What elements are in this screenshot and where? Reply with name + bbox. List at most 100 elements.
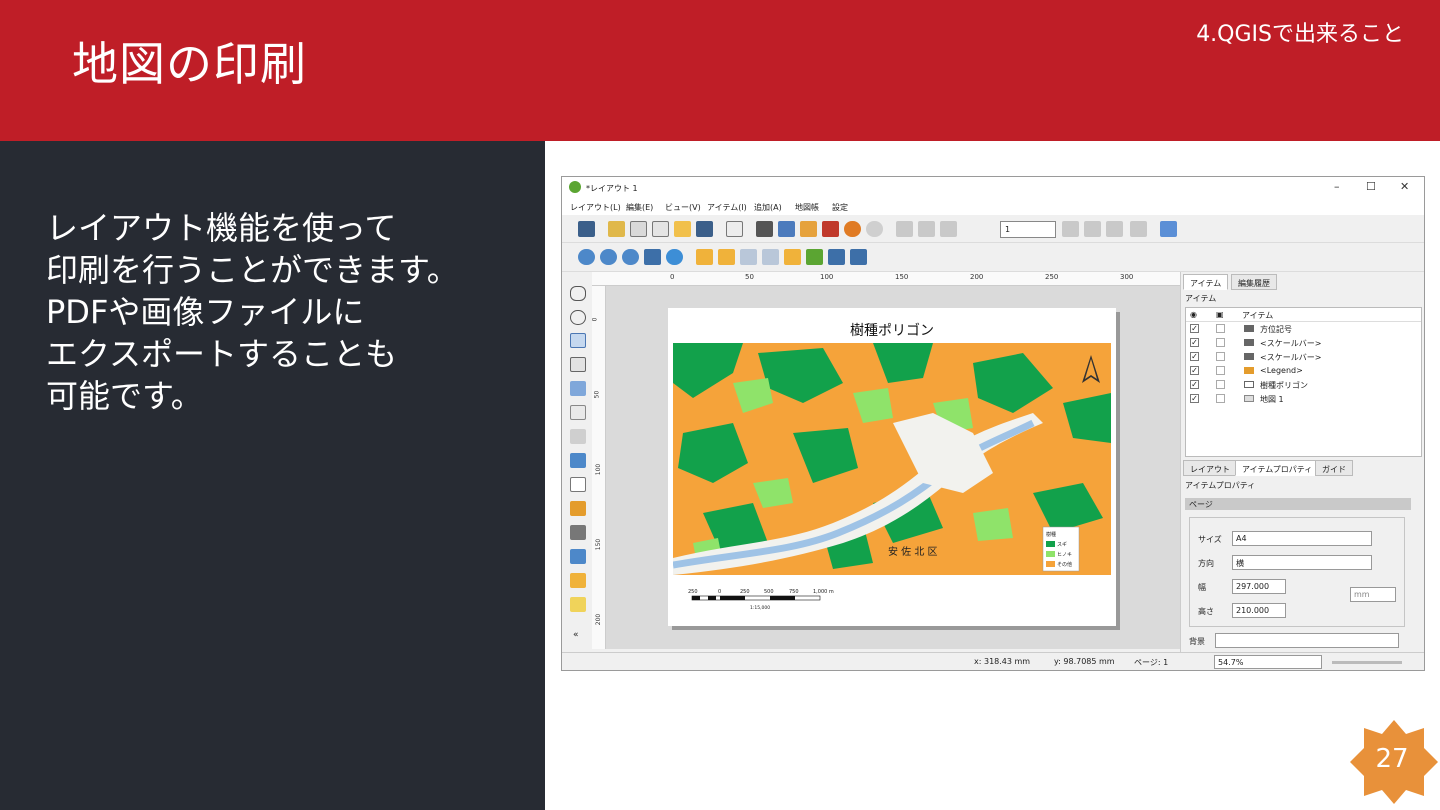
atlas-page-field[interactable]: 1 [1000,221,1056,238]
undo-icon[interactable] [844,221,861,237]
ungroup-items-icon[interactable] [762,249,779,265]
layout-manager-icon[interactable] [652,221,669,237]
tab-item-properties[interactable]: アイテムプロパティ [1235,460,1320,476]
add-marker-icon[interactable] [570,597,586,612]
redo-icon[interactable] [866,221,883,237]
align-left-icon[interactable] [806,249,823,265]
print-icon[interactable] [756,221,773,237]
add-north-arrow-icon[interactable] [570,549,586,564]
lock-checkbox[interactable] [1216,380,1225,389]
group-items-icon[interactable] [740,249,757,265]
visibility-checkbox[interactable]: ✓ [1190,352,1199,361]
list-item[interactable]: ✓ <スケールバー> [1186,350,1421,364]
add-legend-icon[interactable] [570,501,586,516]
resize-icon[interactable] [850,249,867,265]
edit-nodes-icon[interactable] [570,381,586,396]
add-3d-map-icon[interactable] [570,429,586,444]
size-select[interactable]: A4 [1232,531,1372,546]
lock-checkbox[interactable] [1216,324,1225,333]
minimize-button[interactable]: – [1334,180,1340,193]
menu-layout[interactable]: レイアウト(L) [570,202,621,213]
unit-select[interactable]: mm [1350,587,1396,602]
lock-checkbox[interactable] [1216,338,1225,347]
zoom-out-icon[interactable] [600,249,617,265]
scale-bar[interactable]: 250 0 250 500 750 1,000 m 1:15,000 [688,586,848,616]
page-section-header[interactable]: ページ [1185,498,1411,510]
atlas-settings-icon[interactable] [1160,221,1177,237]
list-item[interactable]: ✓ 樹種ポリゴン [1186,378,1421,392]
new-page-icon[interactable] [726,221,743,237]
tab-undo-history[interactable]: 編集履歴 [1231,274,1277,290]
open-folder-icon[interactable] [674,221,691,237]
layout-page[interactable]: 樹種ポリゴン 安 佐 北 区 樹種 スギ ヒノキ その他 250 0 250 5… [668,308,1116,626]
lock-checkbox[interactable] [1216,366,1225,375]
last-feature-icon[interactable] [1084,221,1101,237]
layout-canvas[interactable]: 樹種ポリゴン 安 佐 北 区 樹種 スギ ヒノキ その他 250 0 250 5… [606,286,1180,649]
save-icon[interactable] [578,221,595,237]
export-svg-icon[interactable] [800,221,817,237]
raise-items-icon[interactable] [696,249,713,265]
width-field[interactable]: 297.000 [1232,579,1286,594]
menu-view[interactable]: ビュー(V) [665,202,701,213]
visibility-checkbox[interactable]: ✓ [1190,366,1199,375]
orientation-select[interactable]: 横 [1232,555,1372,570]
zoom-select[interactable]: 54.7% [1214,655,1322,669]
collapse-chevron-icon[interactable]: « [573,630,579,640]
new-layout-icon[interactable] [608,221,625,237]
next-feature-icon[interactable] [1062,221,1079,237]
lock-checkbox[interactable] [1216,394,1225,403]
width-label: 幅 [1198,583,1206,592]
tab-items[interactable]: アイテム [1183,274,1229,290]
lock-items-icon[interactable] [784,249,801,265]
close-button[interactable]: ✕ [1400,180,1409,193]
export-image-icon[interactable] [778,221,795,237]
menu-item[interactable]: アイテム(I) [707,202,747,213]
export-atlas-icon[interactable] [1130,221,1147,237]
map-title[interactable]: 樹種ポリゴン [668,320,1116,340]
height-field[interactable]: 210.000 [1232,603,1286,618]
pan-hand-icon[interactable] [570,286,586,301]
zoom-in-icon[interactable] [578,249,595,265]
print-atlas-icon[interactable] [1106,221,1123,237]
lower-items-icon[interactable] [718,249,735,265]
add-shape-icon[interactable] [570,573,586,588]
map-legend[interactable]: 樹種 スギ ヒノキ その他 [1042,526,1080,572]
first-feature-icon[interactable] [918,221,935,237]
list-item[interactable]: ✓ <Legend> [1186,364,1421,378]
visibility-checkbox[interactable]: ✓ [1190,394,1199,403]
tab-layout[interactable]: レイアウト [1183,460,1237,476]
tab-guides[interactable]: ガイド [1315,460,1353,476]
map-item[interactable]: 安 佐 北 区 樹種 スギ ヒノキ その他 [673,343,1111,575]
distribute-icon[interactable] [828,249,845,265]
lock-checkbox[interactable] [1216,352,1225,361]
right-dock: アイテム 編集履歴 アイテム ◉ ▣ アイテム ✓ 方位記号 ✓ <スケールバー> … [1180,272,1424,652]
export-pdf-icon[interactable] [822,221,839,237]
maximize-button[interactable]: ☐ [1366,180,1376,193]
atlas-preview-icon[interactable] [896,221,913,237]
save-template-icon[interactable] [696,221,713,237]
zoom-actual-icon[interactable] [622,249,639,265]
menu-edit[interactable]: 編集(E) [626,202,653,213]
refresh-icon[interactable] [666,249,683,265]
visibility-checkbox[interactable]: ✓ [1190,324,1199,333]
zoom-full-icon[interactable] [644,249,661,265]
background-color-button[interactable] [1215,633,1399,648]
add-picture-icon[interactable] [570,453,586,468]
list-item[interactable]: ✓ 地図 1 [1186,392,1421,406]
add-map-icon[interactable] [570,405,586,420]
select-move-icon[interactable] [570,333,586,348]
duplicate-layout-icon[interactable] [630,221,647,237]
menu-atlas[interactable]: 地図帳 [795,202,819,213]
menu-settings[interactable]: 設定 [832,202,848,213]
visibility-checkbox[interactable]: ✓ [1190,380,1199,389]
add-label-icon[interactable] [570,477,586,492]
visibility-checkbox[interactable]: ✓ [1190,338,1199,347]
list-item[interactable]: ✓ 方位記号 [1186,322,1421,336]
list-item[interactable]: ✓ <スケールバー> [1186,336,1421,350]
move-content-icon[interactable] [570,357,586,372]
zoom-tool-icon[interactable] [570,310,586,325]
zoom-slider[interactable] [1332,661,1402,664]
add-scalebar-icon[interactable] [570,525,586,540]
previous-feature-icon[interactable] [940,221,957,237]
menu-add[interactable]: 追加(A) [754,202,782,213]
